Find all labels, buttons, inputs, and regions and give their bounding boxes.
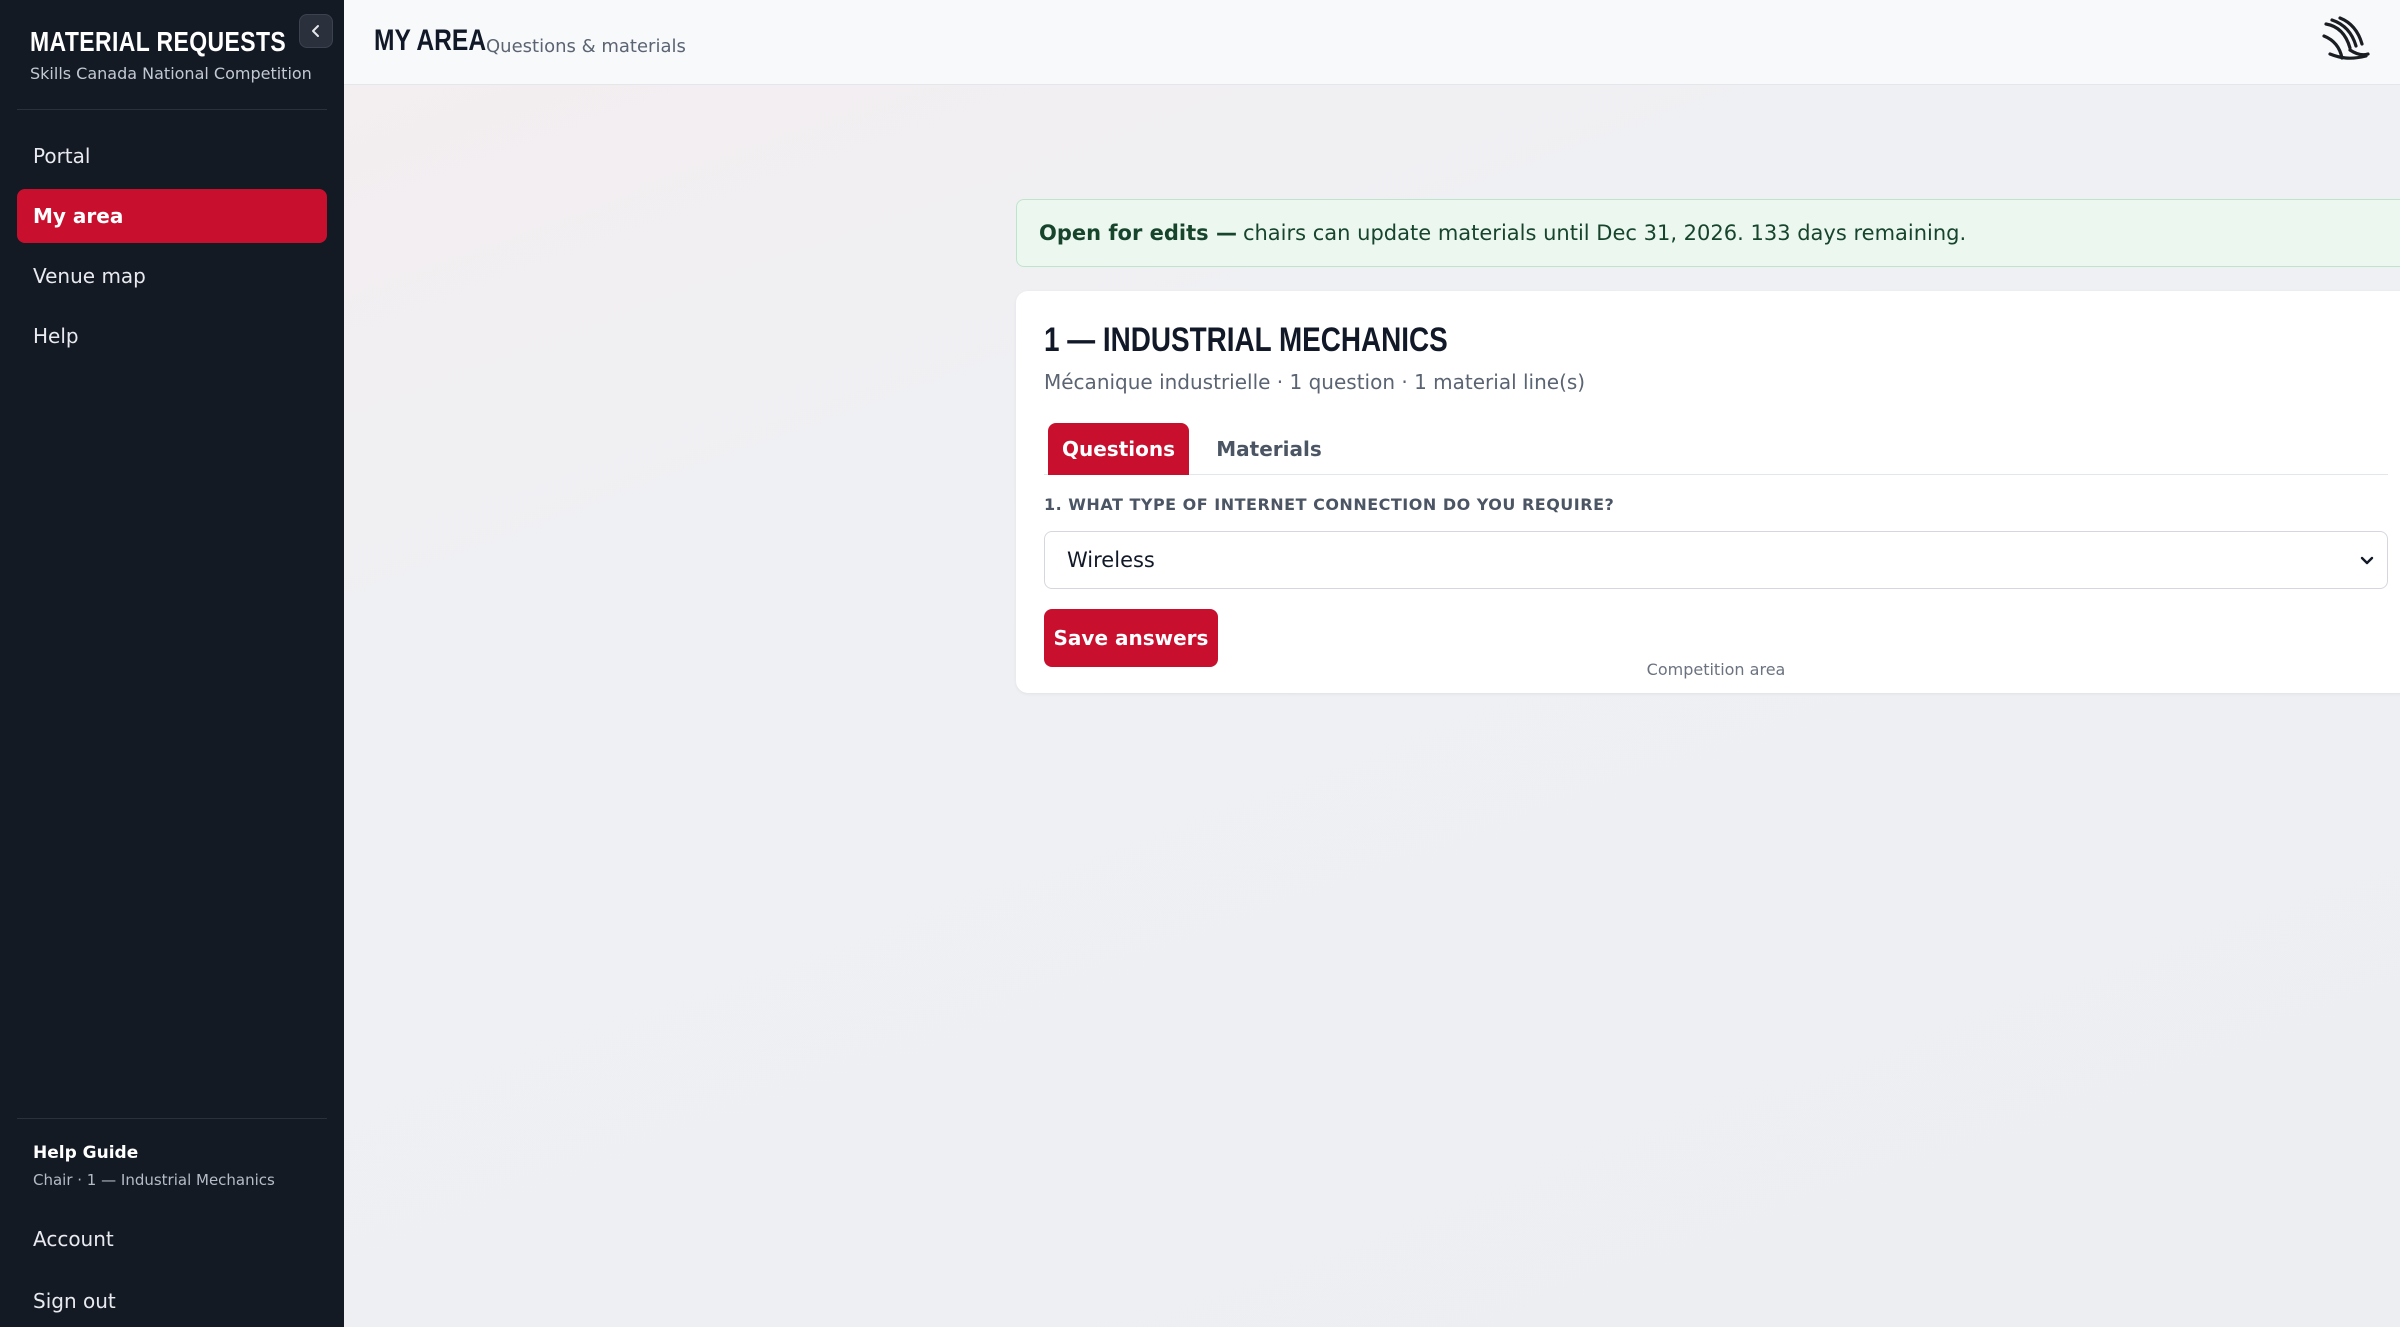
notice-text: chairs can update materials until Dec 31… bbox=[1242, 221, 1967, 245]
page-subtitle: Questions & materials bbox=[486, 36, 686, 57]
tab-label: Questions bbox=[1061, 437, 1175, 461]
sidebar: MATERIAL REQUESTS Skills Canada National… bbox=[0, 0, 344, 1327]
sidebar-item-label: Help bbox=[33, 324, 79, 348]
main-content: Open for edits — chairs can update mater… bbox=[344, 85, 2400, 1327]
sidebar-item-my-area[interactable]: My area bbox=[17, 189, 327, 243]
topbar: MY AREA Questions & materials bbox=[344, 0, 2400, 85]
chevron-down-icon bbox=[2360, 556, 2374, 565]
sidebar-divider bbox=[17, 1118, 327, 1119]
area-card: 1 — INDUSTRIAL MECHANICS Mécanique indus… bbox=[1016, 291, 2400, 693]
card-meta: Mécanique industrielle · 1 question · 1 … bbox=[1044, 370, 1586, 394]
save-answers-button[interactable]: Save answers bbox=[1044, 609, 1218, 667]
select-value: Wireless bbox=[1067, 548, 1155, 572]
collapse-sidebar-button[interactable] bbox=[299, 14, 333, 48]
help-guide-subtitle: Chair · 1 — Industrial Mechanics bbox=[33, 1171, 275, 1189]
notice-strong: Open for edits — bbox=[1039, 221, 1237, 245]
sidebar-item-portal[interactable]: Portal bbox=[17, 129, 327, 183]
tab-materials[interactable]: Materials bbox=[1204, 423, 1334, 475]
footer-note: Competition area bbox=[1646, 660, 1786, 679]
sidebar-item-label: Venue map bbox=[33, 264, 146, 288]
sidebar-item-label: Portal bbox=[33, 144, 91, 168]
sign-out-link[interactable]: Sign out bbox=[33, 1289, 116, 1313]
sidebar-item-help[interactable]: Help bbox=[17, 309, 327, 363]
internet-connection-select[interactable]: Wireless bbox=[1044, 531, 2388, 589]
brand-subtitle: Skills Canada National Competition bbox=[30, 64, 312, 83]
sidebar-divider bbox=[17, 109, 327, 110]
sidebar-item-label: My area bbox=[33, 204, 124, 228]
tab-label: Materials bbox=[1216, 437, 1322, 461]
brand-logo-icon bbox=[2322, 16, 2370, 60]
brand: MATERIAL REQUESTS Skills Canada National… bbox=[30, 26, 342, 83]
page-title: MY AREA bbox=[374, 24, 487, 57]
sidebar-item-venue-map[interactable]: Venue map bbox=[17, 249, 327, 303]
question-label: 1. WHAT TYPE OF INTERNET CONNECTION DO Y… bbox=[1044, 495, 1615, 514]
status-notice: Open for edits — chairs can update mater… bbox=[1016, 199, 2400, 267]
tab-bar: Questions Materials bbox=[1044, 417, 2388, 475]
help-guide-title: Help Guide bbox=[33, 1143, 139, 1163]
brand-title: MATERIAL REQUESTS bbox=[30, 26, 287, 57]
tab-questions[interactable]: Questions bbox=[1048, 423, 1189, 475]
chevron-left-icon bbox=[312, 25, 319, 37]
help-guide[interactable]: Help Guide Chair · 1 — Industrial Mechan… bbox=[33, 1143, 275, 1189]
account-link[interactable]: Account bbox=[33, 1227, 114, 1251]
card-title: 1 — INDUSTRIAL MECHANICS bbox=[1044, 321, 1448, 359]
